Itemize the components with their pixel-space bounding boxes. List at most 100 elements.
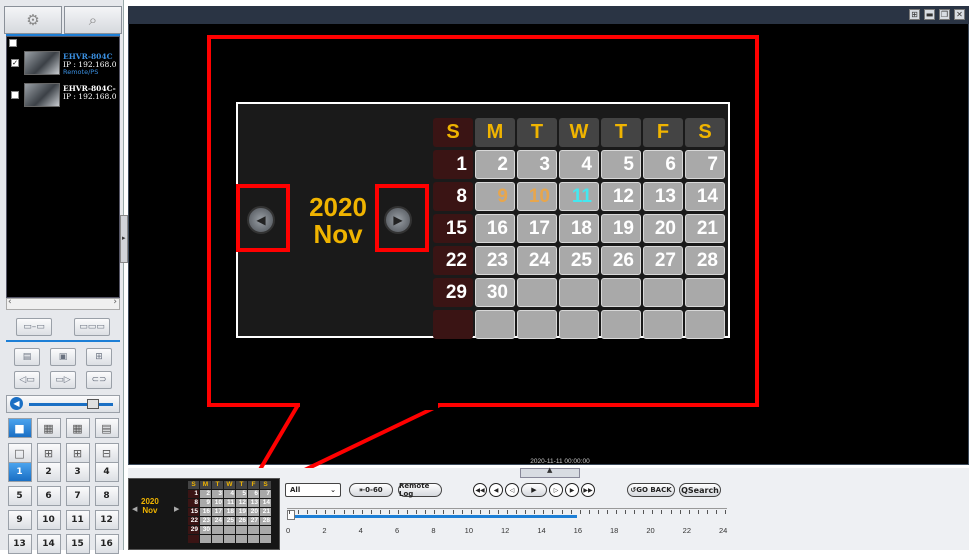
mini-calendar-day[interactable]: 2 <box>200 490 211 498</box>
mini-calendar-day[interactable]: 13 <box>248 499 259 507</box>
mini-calendar-day[interactable]: 27 <box>248 517 259 525</box>
calendar-day[interactable]: 22 <box>433 246 473 275</box>
mini-calendar-day[interactable]: 16 <box>200 508 211 516</box>
calendar-weekday-header: S <box>685 118 725 147</box>
mini-calendar-day[interactable]: 10 <box>212 499 223 507</box>
ruler-tick <box>588 510 590 514</box>
mini-calendar-day[interactable]: 22 <box>188 517 199 525</box>
ruler-tick <box>398 510 399 514</box>
mini-calendar-day[interactable]: 20 <box>248 508 259 516</box>
rewind-fast-icon[interactable]: ◀◀ <box>473 483 487 497</box>
calendar-day[interactable]: 8 <box>433 182 473 211</box>
go-back-button[interactable]: ↺ GO BACK <box>627 483 675 497</box>
calendar-day[interactable]: 1 <box>433 150 473 179</box>
mini-calendar-day[interactable]: 19 <box>236 508 247 516</box>
ruler-tick <box>561 510 563 514</box>
calendar-day[interactable]: 29 <box>433 278 473 307</box>
mini-calendar-day[interactable]: 6 <box>248 490 259 498</box>
calendar-day[interactable]: 13 <box>643 182 683 211</box>
calendar-empty-cell <box>685 310 725 339</box>
calendar-day[interactable]: 12 <box>601 182 641 211</box>
calendar-day[interactable]: 4 <box>559 150 599 179</box>
calendar-day[interactable]: 19 <box>601 214 641 243</box>
play-button[interactable]: ▶ <box>521 483 547 497</box>
remote-log-button[interactable]: Remote Log <box>398 482 442 498</box>
mini-calendar-day[interactable]: 18 <box>224 508 235 516</box>
mini-calendar-day[interactable]: 29 <box>188 526 199 534</box>
mini-calendar-day[interactable]: 7 <box>260 490 271 498</box>
ruler-tick <box>507 510 508 514</box>
forward-fast-icon[interactable]: ▶▶ <box>581 483 595 497</box>
channel-filter-select[interactable]: All ⌄ <box>285 483 341 497</box>
calendar-day[interactable]: 20 <box>643 214 683 243</box>
calendar-empty-cell <box>685 278 725 307</box>
calendar-day[interactable]: 2 <box>475 150 515 179</box>
calendar-day[interactable]: 17 <box>517 214 557 243</box>
calendar-day[interactable]: 27 <box>643 246 683 275</box>
mini-empty-cell <box>212 526 223 534</box>
calendar-day[interactable]: 15 <box>433 214 473 243</box>
mini-calendar-day[interactable]: 1 <box>188 490 199 498</box>
mini-weekday-header: S <box>188 481 199 489</box>
calendar-empty-cell <box>601 310 641 339</box>
calendar-day[interactable]: 21 <box>685 214 725 243</box>
ruler-tick <box>715 510 717 514</box>
qsearch-button[interactable]: QSearch <box>679 483 721 497</box>
calendar-day[interactable]: 5 <box>601 150 641 179</box>
step-back-icon[interactable]: ◁ <box>505 483 519 497</box>
forward-icon[interactable]: ▶ <box>565 483 579 497</box>
calendar-day[interactable]: 3 <box>517 150 557 179</box>
chevron-up-icon: ▲ <box>547 466 553 474</box>
calendar-day[interactable]: 16 <box>475 214 515 243</box>
mini-calendar-day[interactable]: 8 <box>188 499 199 507</box>
calendar-weekday-header: M <box>475 118 515 147</box>
chevron-down-icon: ⌄ <box>330 486 336 494</box>
mini-calendar-day[interactable]: 3 <box>212 490 223 498</box>
mini-calendar-day[interactable]: 14 <box>260 499 271 507</box>
mini-calendar-day[interactable]: 4 <box>224 490 235 498</box>
mini-year-month: 2020 Nov <box>141 497 159 515</box>
mini-calendar-day[interactable]: 12 <box>236 499 247 507</box>
calendar-day[interactable]: 6 <box>643 150 683 179</box>
mini-calendar-day[interactable]: 24 <box>212 517 223 525</box>
mini-calendar-day[interactable]: 17 <box>212 508 223 516</box>
calendar-day[interactable]: 9 <box>475 182 515 211</box>
rewind-icon[interactable]: ◀ <box>489 483 503 497</box>
mini-next-month-icon[interactable]: ▶ <box>174 505 179 513</box>
mini-calendar-day[interactable]: 26 <box>236 517 247 525</box>
mini-calendar-day[interactable]: 23 <box>200 517 211 525</box>
mini-calendar-day[interactable]: 11 <box>224 499 235 507</box>
calendar-day[interactable]: 28 <box>685 246 725 275</box>
ruler-tick <box>488 510 490 514</box>
timeline-handle[interactable]: ▲ <box>520 466 580 478</box>
calendar-day[interactable]: 11 <box>559 182 599 211</box>
calendar-weekday-header: T <box>601 118 641 147</box>
calendar-weekday-header: F <box>643 118 683 147</box>
calendar-day[interactable]: 18 <box>559 214 599 243</box>
mini-calendar-day[interactable]: 15 <box>188 508 199 516</box>
calendar-day[interactable]: 14 <box>685 182 725 211</box>
calendar-day[interactable]: 10 <box>517 182 557 211</box>
mini-calendar-day[interactable]: 21 <box>260 508 271 516</box>
ruler-tick <box>416 510 418 514</box>
mini-calendar-day[interactable]: 9 <box>200 499 211 507</box>
calendar-day[interactable]: 26 <box>601 246 641 275</box>
mini-calendar-day[interactable]: 30 <box>200 526 211 534</box>
jump-button[interactable]: ⇤0-60 <box>349 483 393 497</box>
step-forward-icon[interactable]: ▷ <box>549 483 563 497</box>
calendar-day[interactable]: 30 <box>475 278 515 307</box>
mini-prev-month-icon[interactable]: ◀ <box>132 505 137 513</box>
calendar-day[interactable]: 25 <box>559 246 599 275</box>
ruler-tick <box>370 510 372 514</box>
ruler-tick <box>670 510 672 514</box>
mini-calendar-day[interactable]: 28 <box>260 517 271 525</box>
ruler-tick <box>543 510 545 514</box>
ruler-tick <box>652 510 654 514</box>
ruler-tick <box>725 510 726 514</box>
timeline-ruler[interactable]: 0 2 4 6 8 10 12 14 16 18 20 22 24 <box>286 508 727 548</box>
calendar-day[interactable]: 7 <box>685 150 725 179</box>
mini-calendar-day[interactable]: 25 <box>224 517 235 525</box>
mini-calendar-day[interactable]: 5 <box>236 490 247 498</box>
calendar-day[interactable]: 24 <box>517 246 557 275</box>
calendar-day[interactable]: 23 <box>475 246 515 275</box>
